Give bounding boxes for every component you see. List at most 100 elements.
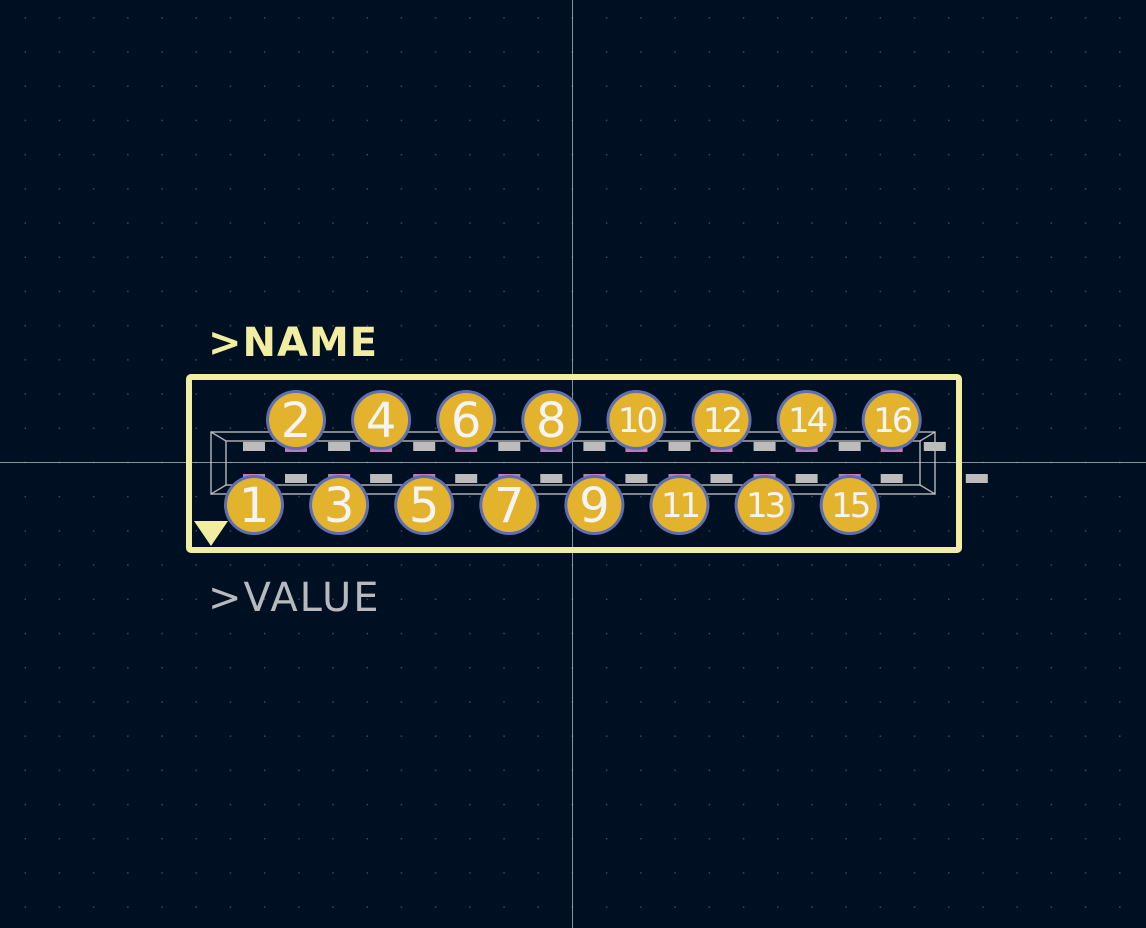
grid-dot	[195, 17, 197, 19]
grid-dot	[708, 735, 711, 737]
pad-11[interactable]: 11	[649, 475, 710, 535]
grid-dot	[24, 803, 26, 806]
grid-dot	[58, 872, 61, 874]
grid-dot	[332, 427, 334, 429]
pad-number: 5	[409, 478, 440, 534]
grid-dot	[229, 872, 232, 874]
pad-12[interactable]: 12	[691, 390, 752, 450]
grid-dot	[982, 153, 984, 156]
grid-dot	[434, 324, 437, 327]
grid-dot	[777, 17, 779, 19]
grid-dot	[777, 188, 779, 190]
grid-dot	[161, 153, 163, 156]
grid-dot	[1119, 153, 1121, 156]
grid-dot	[708, 359, 711, 361]
pad-9[interactable]: 9	[564, 475, 625, 535]
grid-dot	[366, 222, 368, 224]
grid-dot	[92, 598, 95, 600]
contact-dash	[880, 474, 903, 483]
grid-dot	[537, 188, 539, 190]
grid-dot	[366, 667, 368, 669]
grid-dot	[503, 17, 505, 19]
grid-dot	[605, 256, 608, 258]
grid-dot	[434, 838, 437, 840]
grid-dot	[434, 564, 437, 566]
grid-dot	[1016, 769, 1018, 772]
reference-label[interactable]: >NAME	[208, 320, 378, 366]
grid-dot	[229, 290, 232, 293]
pad-14[interactable]: 14	[776, 390, 837, 450]
pad-13[interactable]: 13	[734, 475, 795, 535]
pad-7[interactable]: 7	[479, 475, 540, 535]
grid-dot	[845, 256, 847, 258]
grid-dot	[674, 256, 676, 258]
grid-dot	[742, 51, 745, 53]
pad-8[interactable]: 8	[521, 390, 582, 450]
grid-dot	[263, 872, 266, 874]
grid-dot	[845, 564, 847, 566]
grid-dot	[434, 359, 437, 361]
grid-dot	[263, 803, 266, 806]
grid-dot	[674, 632, 676, 635]
grid-dot	[127, 51, 129, 53]
grid-dot	[982, 564, 984, 566]
grid-dot	[913, 667, 916, 669]
grid-dot	[469, 667, 471, 669]
grid-dot	[58, 17, 61, 19]
grid-dot	[503, 769, 505, 772]
pad-16[interactable]: 16	[861, 390, 922, 450]
grid-dot	[24, 153, 26, 156]
grid-dot	[1050, 872, 1053, 874]
grid-dot	[434, 803, 437, 806]
grid-dot	[1084, 51, 1087, 53]
grid-dot	[229, 632, 232, 635]
grid-dot	[400, 188, 403, 190]
grid-dot	[982, 495, 984, 498]
pad-10[interactable]: 10	[606, 390, 667, 450]
grid-dot	[982, 222, 984, 224]
grid-dot	[1016, 667, 1018, 669]
grid-dot	[298, 872, 300, 874]
value-label[interactable]: >VALUE	[208, 575, 381, 621]
grid-dot	[58, 735, 61, 737]
grid-dot	[1050, 324, 1053, 327]
pcb-canvas[interactable]: 2 4 6 8 10 12 14 161 3 5 7 9 11 13 15 >NAME >VALUE	[0, 0, 1146, 928]
grid-dot	[605, 803, 608, 806]
grid-dot	[92, 803, 95, 806]
grid-dot	[708, 530, 711, 532]
pad-6[interactable]: 6	[436, 390, 497, 450]
grid-dot	[127, 667, 129, 669]
grid-dot	[1084, 153, 1087, 156]
grid-dot	[811, 906, 813, 908]
grid-dot	[674, 85, 676, 87]
pad-4[interactable]: 4	[351, 390, 412, 450]
grid-dot	[366, 51, 368, 53]
pad-2[interactable]: 2	[266, 390, 326, 450]
grid-dot	[1016, 51, 1018, 53]
grid-dot	[229, 906, 232, 908]
grid-dot	[127, 17, 129, 19]
pad-3[interactable]: 3	[309, 475, 370, 535]
contact-dash	[668, 442, 691, 451]
grid-dot	[948, 393, 950, 395]
grid-dot	[742, 769, 745, 772]
grid-dot	[503, 427, 505, 429]
grid-dot	[708, 838, 711, 840]
grid-dot	[434, 222, 437, 224]
grid-dot	[742, 530, 745, 532]
pad-5[interactable]: 5	[394, 475, 455, 535]
grid-dot	[742, 188, 745, 190]
grid-dot	[605, 872, 608, 874]
grid-dot	[742, 598, 745, 600]
grid-dot	[332, 564, 334, 566]
pad-15[interactable]: 15	[819, 475, 880, 535]
grid-dot	[434, 85, 437, 87]
grid-dot	[605, 153, 608, 156]
grid-dot	[400, 906, 403, 908]
grid-dot	[948, 290, 950, 293]
grid-dot	[605, 564, 608, 566]
grid-dot	[92, 153, 95, 156]
pad-1[interactable]: 1	[224, 475, 284, 535]
grid-dot	[434, 598, 437, 600]
grid-dot	[58, 51, 61, 53]
